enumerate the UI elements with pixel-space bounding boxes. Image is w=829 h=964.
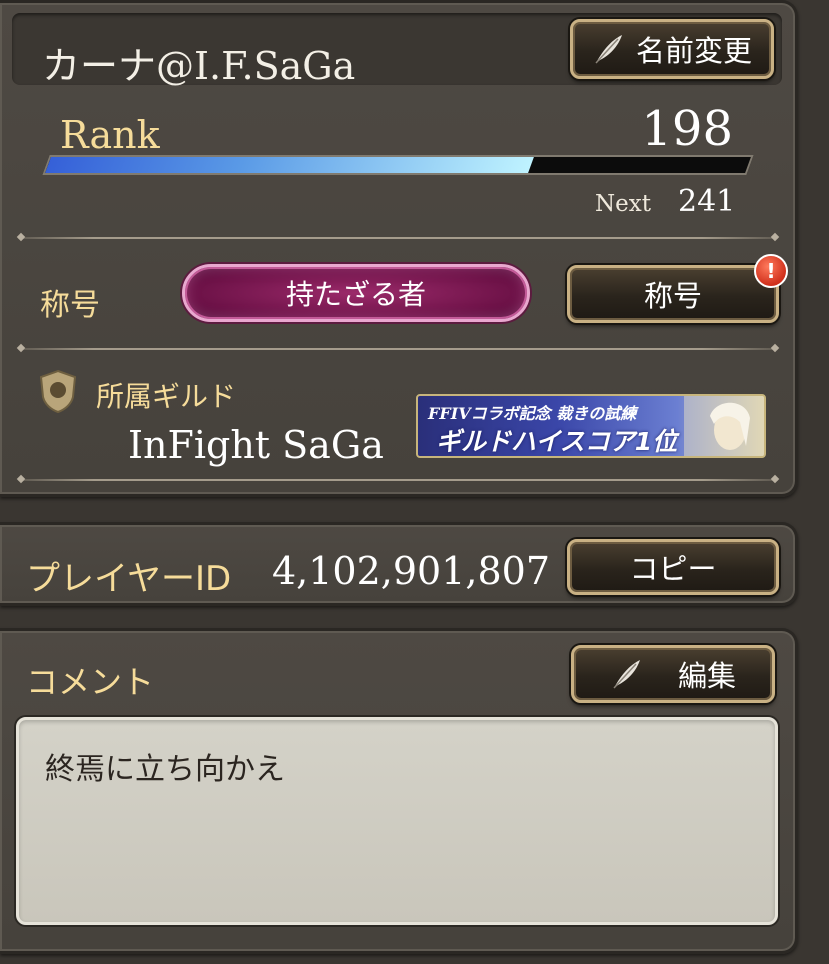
feather-icon bbox=[613, 660, 640, 689]
divider bbox=[18, 348, 778, 350]
profile-panel: カーナ@I.F.SaGa 名前変更 Rank 198 Next 241 称号 持… bbox=[0, 0, 798, 497]
title-button[interactable]: 称号 ! bbox=[567, 254, 788, 323]
title-plate: 持たざる者 bbox=[182, 264, 530, 322]
player-id-value: 4,102,901,807 bbox=[272, 549, 551, 593]
edit-button-label: 編集 bbox=[677, 659, 736, 693]
rename-button-label: 名前変更 bbox=[635, 34, 752, 68]
rank-label: Rank bbox=[60, 113, 160, 157]
guild-label: 所属ギルド bbox=[96, 380, 237, 413]
title-button-label: 称号 bbox=[643, 279, 702, 313]
comment-text: 終焉に立ち向かえ bbox=[45, 752, 285, 787]
guild-achievement-banner: FFIVコラボ記念 裁きの試練 ギルドハイスコア1位 bbox=[416, 394, 766, 458]
character-portrait-icon bbox=[684, 396, 764, 456]
comment-label: コメント bbox=[26, 663, 155, 701]
alert-badge-icon: ! bbox=[754, 254, 788, 288]
next-label: Next bbox=[595, 191, 651, 217]
rank-progress-fill bbox=[45, 157, 534, 173]
feather-icon bbox=[595, 35, 622, 64]
banner-rank-text: ギルドハイスコア1位 bbox=[436, 427, 678, 456]
name-bar: カーナ@I.F.SaGa 名前変更 bbox=[12, 13, 782, 88]
comment-text-box[interactable]: 終焉に立ち向かえ bbox=[16, 717, 778, 925]
title-value: 持たざる者 bbox=[285, 278, 426, 311]
banner-event-text: FFIVコラボ記念 裁きの試練 bbox=[428, 404, 637, 423]
guild-name: InFight SaGa bbox=[128, 423, 384, 467]
rename-button[interactable]: 名前変更 bbox=[570, 19, 774, 79]
player-id-panel: プレイヤーID 4,102,901,807 コピー bbox=[0, 522, 798, 606]
divider bbox=[18, 237, 778, 239]
player-id-label: プレイヤーID bbox=[26, 559, 232, 599]
guild-emblem-icon bbox=[39, 369, 77, 413]
comment-panel: コメント 編集 終焉に立ち向かえ bbox=[0, 628, 798, 954]
next-value: 241 bbox=[678, 184, 736, 219]
player-name: カーナ@I.F.SaGa bbox=[42, 44, 356, 88]
copy-button-label: コピー bbox=[629, 552, 717, 586]
rank-progress-bar bbox=[42, 155, 754, 175]
edit-comment-button[interactable]: 編集 bbox=[571, 645, 775, 703]
copy-button[interactable]: コピー bbox=[567, 539, 779, 595]
divider bbox=[18, 479, 778, 481]
title-label: 称号 bbox=[40, 288, 100, 323]
rank-value: 198 bbox=[641, 101, 733, 157]
